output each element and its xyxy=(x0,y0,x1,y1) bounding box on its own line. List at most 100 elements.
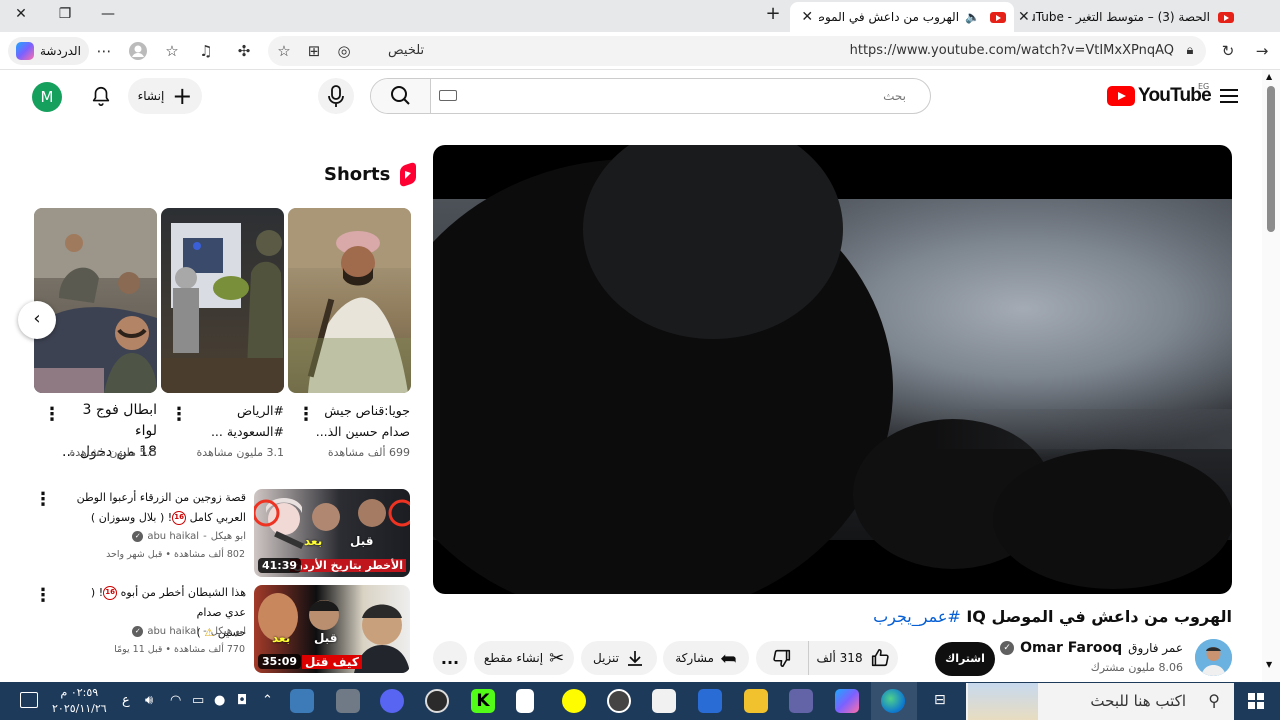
short-title[interactable]: #الرياض #السعودية ... xyxy=(184,400,284,442)
copilot-app-icon[interactable] xyxy=(835,689,859,713)
related-menu-icon[interactable]: ⋮ xyxy=(34,587,52,605)
forward-icon[interactable]: → xyxy=(1252,41,1272,61)
channel-name[interactable]: عمر فاروق Omar Farooq ✓ xyxy=(1000,640,1183,656)
lock-icon[interactable]: 🔒︎ xyxy=(1180,41,1200,61)
search-button[interactable] xyxy=(371,79,431,113)
shorts-logo-icon xyxy=(400,161,417,188)
refresh-icon[interactable]: ↻ xyxy=(1218,41,1238,61)
taskbar-clock[interactable]: ٠٢:٥٩ م ٢٠٢٥/١١/٢٦ xyxy=(52,685,107,717)
outlook-app-icon[interactable] xyxy=(698,689,722,713)
related-channel[interactable]: ابو هيكل - abu haikal ✓ xyxy=(132,626,246,637)
tab-active-video[interactable]: 🔈 الهروب من داعش في الموصل ✕ xyxy=(790,2,1014,32)
copilot-chat-button[interactable]: الدردشة xyxy=(8,37,89,65)
scrollbar-thumb[interactable] xyxy=(1267,86,1275,232)
media-player-app-icon[interactable] xyxy=(607,689,631,713)
snapchat-app-icon[interactable] xyxy=(562,689,586,713)
url-text[interactable]: https://www.youtube.com/watch?v=VtIMxXPn… xyxy=(850,43,1174,58)
taskbar-search-box[interactable]: اكتب هنا للبحث ⚲ xyxy=(966,683,1234,720)
subscribe-button[interactable]: اشتراك xyxy=(935,642,995,676)
menu-hamburger-icon[interactable] xyxy=(1220,89,1238,103)
related-channel[interactable]: ابو هيكل - abu haikal ✓ xyxy=(132,531,246,542)
camera-tray-icon[interactable]: ◘ xyxy=(237,693,247,708)
verified-badge-icon: ✓ xyxy=(132,531,144,542)
channel-avatar[interactable] xyxy=(1195,639,1232,676)
short-title[interactable]: جويا:قناص جيش صدام حسين الذ... xyxy=(310,400,410,442)
kick-app-icon[interactable]: K xyxy=(471,689,495,713)
restore-window-icon[interactable]: ❐ xyxy=(54,6,76,22)
store-app-icon[interactable] xyxy=(652,689,676,713)
add-favorite-icon[interactable]: ☆ xyxy=(274,41,294,61)
photos-app-icon[interactable] xyxy=(290,689,314,713)
account-avatar[interactable]: M xyxy=(32,82,62,112)
related-title-line: العربي كامل xyxy=(189,511,246,524)
favorites-icon[interactable]: ☆ xyxy=(162,41,182,61)
language-indicator[interactable]: ع xyxy=(122,693,130,708)
youtube-favicon-icon xyxy=(990,11,1006,23)
scroll-up-arrow-icon[interactable]: ▲ xyxy=(1266,72,1272,81)
clip-button[interactable]: ✂ إنشاء مقطع xyxy=(474,641,574,675)
short-menu-icon[interactable]: ⋮ xyxy=(43,406,61,424)
related-video-thumbnail[interactable]: قبل بعد كيف قتل 35:09 xyxy=(254,585,410,673)
close-tab-icon[interactable]: ✕ xyxy=(1018,9,1030,25)
search-input[interactable] xyxy=(433,79,918,113)
youtube-logo[interactable]: YouTube xyxy=(1107,85,1212,107)
more-actions-button[interactable]: ... xyxy=(433,641,467,675)
address-bar[interactable]: ☆ ⊞ ◎ تلخيص https://www.youtube.com/watc… xyxy=(268,36,1206,66)
edge-app-icon[interactable] xyxy=(881,689,905,713)
related-menu-icon[interactable]: ⋮ xyxy=(34,491,52,509)
media-control-icon[interactable]: ♫ xyxy=(196,41,216,61)
close-window-icon[interactable]: ✕ xyxy=(10,6,32,22)
scroll-down-arrow-icon[interactable]: ▼ xyxy=(1266,660,1272,669)
page-scrollbar[interactable]: ▲ ▼ xyxy=(1262,70,1280,682)
wifi-icon[interactable]: ◠ xyxy=(170,693,181,708)
video-hashtag-link[interactable]: #عمر_يجرب xyxy=(873,607,961,626)
dislike-button[interactable] xyxy=(756,641,808,675)
age-restriction-badge: 16 xyxy=(172,511,187,525)
short-thumbnail[interactable] xyxy=(34,208,157,393)
download-button[interactable]: تنزيل xyxy=(581,641,657,675)
like-button[interactable]: 318 ألف xyxy=(808,641,898,675)
tab-inactive-lesson[interactable]: الحصة (3) – متوسط التغير - YouTube ✕ xyxy=(1018,2,1242,32)
show-hidden-icons[interactable]: ⌃ xyxy=(262,693,273,708)
split-screen-icon[interactable]: ⊞ xyxy=(304,41,324,61)
video-title-flag: IQ xyxy=(966,607,986,626)
video-title-text: الهروب من داعش في الموصل xyxy=(991,607,1232,626)
short-thumbnail[interactable] xyxy=(288,208,411,393)
notifications-center-icon[interactable] xyxy=(20,692,38,708)
extensions-icon[interactable]: ✣ xyxy=(234,41,254,61)
calculator-app-icon[interactable] xyxy=(336,689,360,713)
clip-label: إنشاء مقطع xyxy=(483,651,544,665)
obs-app-icon[interactable] xyxy=(425,689,449,713)
video-player[interactable] xyxy=(433,145,1232,594)
microphone-tray-icon[interactable]: ● xyxy=(214,693,225,708)
task-view-icon[interactable]: ⊟ xyxy=(934,692,946,708)
notifications-bell-icon[interactable] xyxy=(90,84,112,108)
profile-icon[interactable] xyxy=(128,41,148,61)
close-tab-icon[interactable]: ✕ xyxy=(801,9,813,25)
short-thumbnail[interactable] xyxy=(161,208,284,393)
create-button[interactable]: إنشاء + xyxy=(128,78,202,114)
browser-tab-strip: ✕ ❐ — + 🔈 الهروب من داعش في الموصل ✕ الح… xyxy=(0,0,1280,32)
shorts-previous-button[interactable]: ‹ xyxy=(18,301,56,339)
related-video-thumbnail[interactable]: قبل بعد الأخطر بتاريخ الأردن 41:39 xyxy=(254,489,410,577)
minimize-window-icon[interactable]: — xyxy=(97,6,119,22)
short-menu-icon[interactable]: ⋮ xyxy=(170,406,188,424)
file-explorer-app-icon[interactable] xyxy=(744,689,768,713)
summarize-label[interactable]: تلخيص xyxy=(388,43,424,58)
new-tab-button[interactable]: + xyxy=(762,3,784,24)
voice-search-button[interactable] xyxy=(318,78,354,114)
volume-icon[interactable]: 🔊︎ xyxy=(145,693,153,708)
related-channel-arabic: ابو هيكل xyxy=(210,626,246,637)
teams-app-icon[interactable] xyxy=(789,689,813,713)
notepad-app-icon[interactable] xyxy=(516,689,534,713)
windows-start-icon[interactable] xyxy=(1248,693,1264,709)
share-button[interactable]: ➦ مشاركة xyxy=(663,641,749,675)
short-menu-icon[interactable]: ⋮ xyxy=(297,406,315,424)
more-options-icon[interactable]: ⋯ xyxy=(94,41,114,61)
related-video-title[interactable]: قصة زوجين من الزرقاء أرعبوا الوطن العربي… xyxy=(76,488,246,528)
summarize-icon[interactable]: ◎ xyxy=(334,41,354,61)
browser-toolbar: الدردشة ⋯ ☆ ♫ ✣ ☆ ⊞ ◎ تلخيص https://www.… xyxy=(0,32,1280,70)
battery-icon[interactable]: ▭ xyxy=(192,693,204,708)
thumbs-up-icon xyxy=(871,648,889,667)
discord-app-icon[interactable] xyxy=(380,689,404,713)
